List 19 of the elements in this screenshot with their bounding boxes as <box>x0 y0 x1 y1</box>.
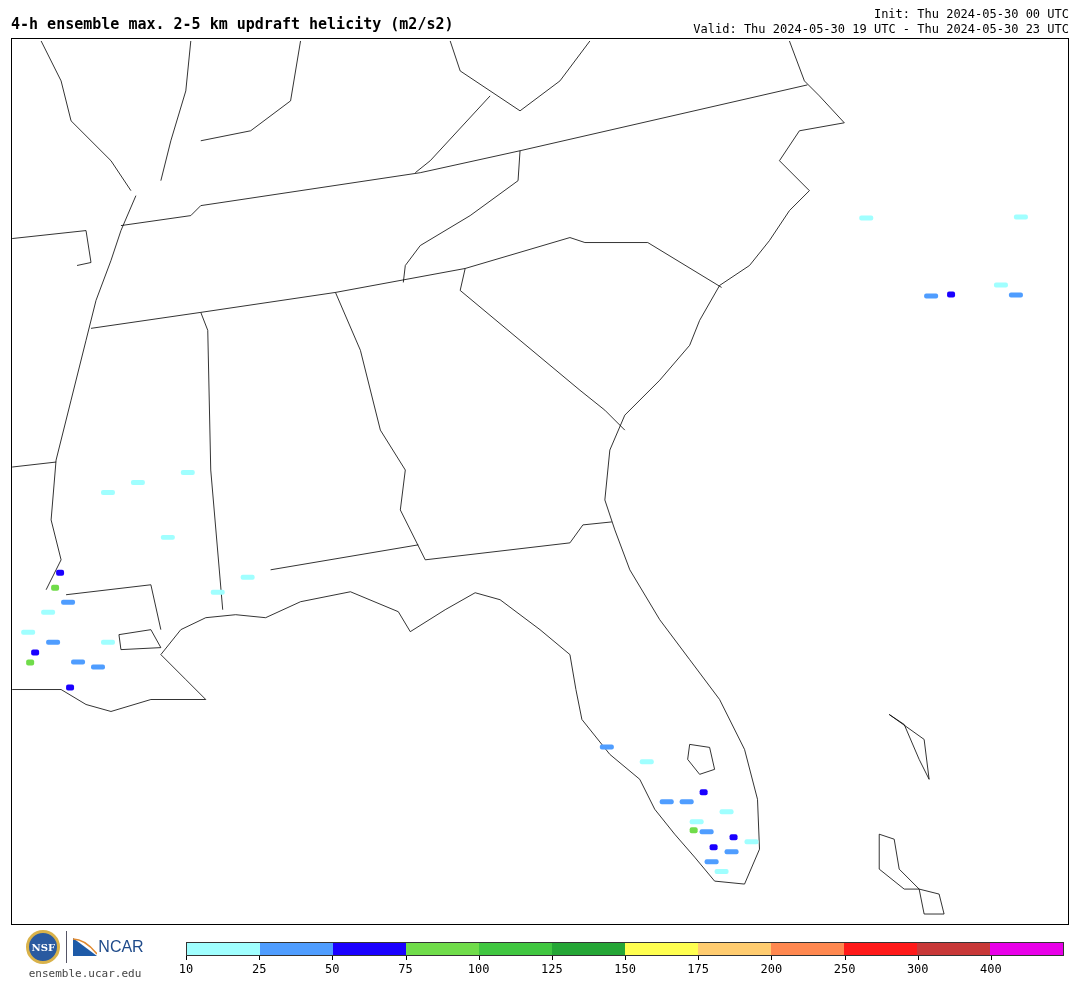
ncar-logo: NCAR <box>73 935 144 959</box>
colorbar-label: 200 <box>760 961 783 978</box>
chart-title: 4-h ensemble max. 2-5 km updraft helicity (m2/s2) <box>11 14 454 35</box>
colorbar-label: 400 <box>980 961 1002 978</box>
website-url: ensemble.ucar.edu <box>28 966 142 982</box>
colorbar-label: 250 <box>833 961 856 978</box>
colorbar-label: 175 <box>687 961 710 978</box>
colorbar-label: 75 <box>398 961 413 978</box>
valid-time: Valid: Thu 2024-05-30 19 UTC - Thu 2024-05-30 23 UTC <box>693 22 1069 37</box>
colorbar-label: 10 <box>178 961 194 978</box>
init-time: Init: Thu 2024-05-30 00 UTC <box>873 7 1069 22</box>
colorbar-label: 50 <box>325 961 340 978</box>
colorbar-label: 25 <box>251 961 267 978</box>
swoosh-icon <box>73 938 98 956</box>
colorbar-label: 100 <box>467 961 490 978</box>
globe-emblem-logo: NSF <box>26 930 61 964</box>
colorbar-label: 125 <box>541 961 563 978</box>
colorbar-label: 300 <box>906 961 929 978</box>
colorbar-label: 150 <box>614 961 636 978</box>
